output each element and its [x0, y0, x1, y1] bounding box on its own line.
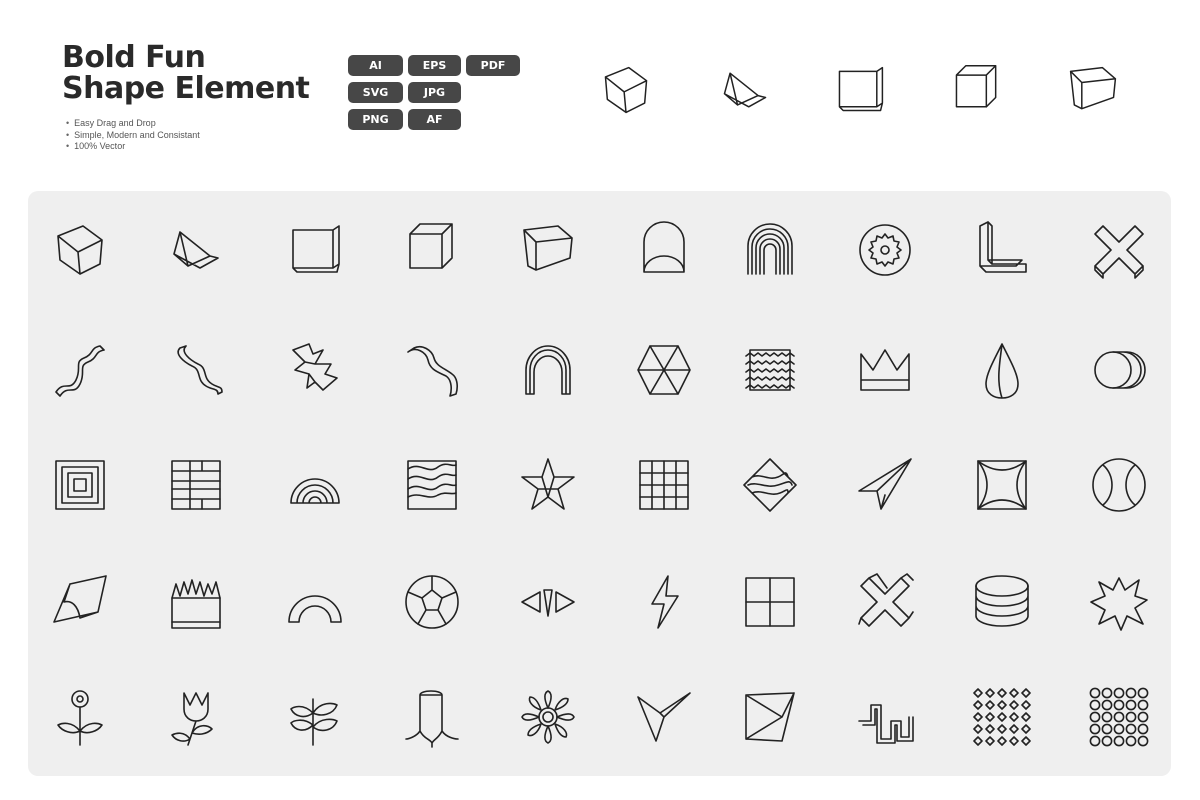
double-x-icon [858, 573, 914, 627]
preview-prism-icon [723, 72, 767, 108]
drop-icon [985, 343, 1019, 399]
soccer-ball-icon [405, 575, 459, 629]
leaf-branch-icon [290, 698, 338, 746]
nested-squares-icon [55, 460, 105, 510]
folded-diamond-icon [53, 575, 107, 623]
feature-item: 100% Vector [66, 141, 200, 153]
gear-circle-icon [859, 224, 911, 276]
folded-plane-icon [745, 692, 795, 742]
lightning-icon [651, 575, 679, 629]
preview-box-icon [955, 64, 997, 108]
flower-icon [57, 690, 103, 746]
feature-list: Easy Drag and Drop Simple, Modern and Co… [66, 118, 200, 153]
half-rainbow-icon [290, 478, 340, 504]
format-badge-png: PNG [348, 109, 403, 130]
zigzag-line-icon [858, 704, 914, 744]
preview-cube-icon [604, 66, 648, 114]
brick-grid-icon [171, 460, 221, 510]
hourglass-square-icon [977, 460, 1027, 510]
format-badge-af: AF [408, 109, 461, 130]
wave-box-icon [407, 460, 457, 510]
grid-icon [639, 460, 689, 510]
x-block-icon [1094, 225, 1144, 279]
format-badge-svg: SVG [348, 82, 403, 103]
format-badge-ai: AI [348, 55, 403, 76]
diamond-pattern-icon [973, 688, 1031, 746]
burst-icon [1090, 577, 1148, 631]
stacked-discs-icon [975, 575, 1029, 627]
prism-icon [173, 231, 219, 269]
arch-door-icon [643, 221, 685, 273]
tulip-icon [171, 692, 213, 746]
circle-pattern-icon [1089, 687, 1149, 747]
rainbow-arch-icon [747, 223, 793, 275]
cylinder-icon [1094, 351, 1146, 389]
arch-3d-icon [525, 345, 571, 395]
wedge-box-icon [523, 225, 573, 271]
cube-icon [57, 225, 103, 275]
feature-item: Simple, Modern and Consistant [66, 130, 200, 142]
l-shape-icon [979, 221, 1027, 273]
star-icon [521, 458, 575, 510]
square-box-icon [292, 225, 340, 273]
hexagon-icon [637, 345, 691, 395]
grass-box-icon [171, 579, 221, 629]
tennis-ball-icon [1092, 458, 1146, 512]
twisted-ribbon-icon [177, 345, 223, 395]
product-title: Bold Fun Shape Element [62, 40, 310, 106]
arrow-cursor-icon [637, 692, 691, 742]
crown-icon [860, 349, 910, 391]
format-badge-eps: EPS [408, 55, 461, 76]
ribbon-icon [407, 345, 458, 397]
zigzag-3d-icon [292, 343, 338, 391]
daisy-icon [521, 690, 575, 744]
feature-item: Easy Drag and Drop [66, 118, 200, 130]
squiggle-icon [55, 345, 105, 397]
preview-square-box-icon [838, 66, 884, 112]
box-icon [409, 223, 453, 269]
wavy-square-icon [745, 349, 795, 391]
sparkle-fan-icon [521, 589, 575, 617]
preview-wedge-box-icon [1069, 66, 1117, 110]
format-badge-pdf: PDF [466, 55, 520, 76]
window-icon [745, 577, 795, 627]
title-line-2: Shape Element [62, 71, 310, 106]
format-badge-jpg: JPG [408, 82, 461, 103]
arch-icon [288, 595, 342, 623]
tree-stump-icon [405, 690, 459, 748]
paper-plane-icon [858, 458, 912, 510]
title-line-1: Bold Fun [62, 40, 206, 75]
wave-diamond-icon [743, 458, 797, 512]
